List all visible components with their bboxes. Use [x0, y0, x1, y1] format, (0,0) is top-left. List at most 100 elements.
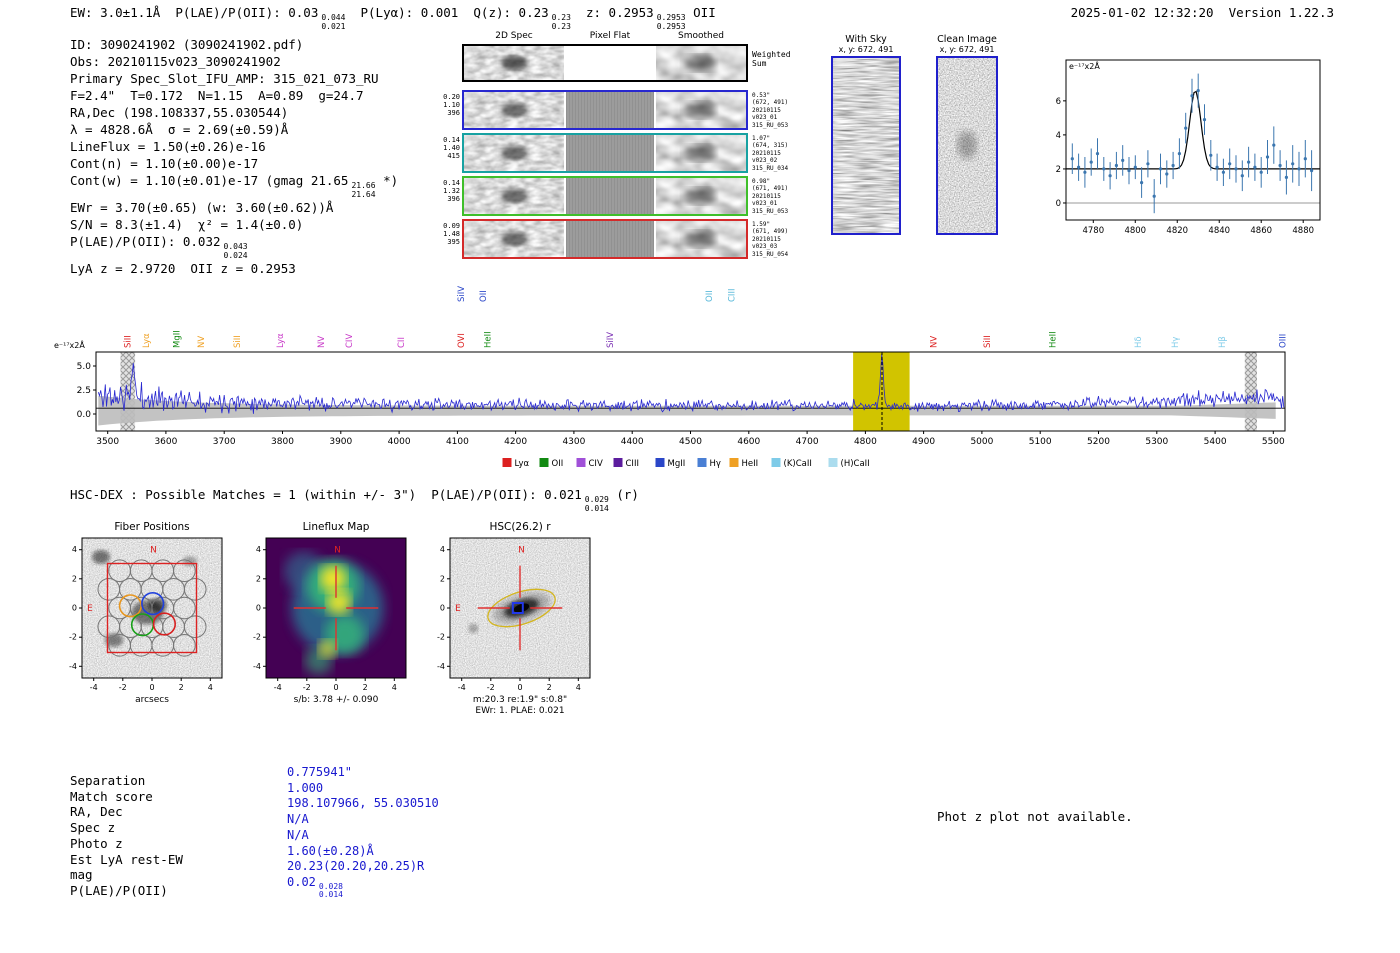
svg-text:0.0: 0.0: [77, 410, 92, 420]
legend-label: MgII: [668, 459, 686, 469]
svg-text:2.5: 2.5: [77, 386, 91, 396]
emission-line-marker: OII: [479, 290, 489, 302]
cutout-xlabel: arcsecs: [135, 695, 169, 705]
pixel-flat-image: [566, 135, 654, 171]
full-spectrum-plot: 3500 3600 3700 3800 3900 4000 4100 4200 4300 4400…: [48, 262, 1340, 478]
hsc-match-header: HSC-DEX : Possible Matches = 1 (within +…: [70, 486, 639, 513]
spec2d-row-stats: 0.09 1.48 395: [443, 222, 460, 246]
match-row-value: 198.107966, 55.030510: [287, 796, 439, 811]
hsc-image-cutout: HSC(26.2) r -4 -2 0 2 4 4 2 0 -2 -4 m:20.3 re:1.9" …: [437, 521, 591, 716]
text-segment: ID: 3090241902 (3090241902.pdf): [70, 37, 304, 52]
spec2d-col-header: Pixel Flat: [589, 31, 631, 41]
info-line: ID: 3090241902 (3090241902.pdf): [70, 36, 398, 53]
info-line: Primary Spec_Slot_IFU_AMP: 315_021_073_R…: [70, 70, 398, 87]
clean-noise-image: [938, 58, 996, 233]
match-row-label: Separation: [70, 773, 146, 788]
emission-line-marker: SiII: [983, 335, 993, 348]
legend-swatch: [729, 458, 739, 467]
match-row-label: Photo z: [70, 835, 123, 851]
info-line: S/N = 8.3(±1.4) χ² = 1.4(±0.0): [70, 216, 398, 233]
svg-text:0: 0: [517, 683, 522, 692]
svg-text:4100: 4100: [446, 437, 469, 447]
spec2d-col-header: Smoothed: [678, 31, 724, 41]
match-row-label: Est LyA rest-EW: [70, 851, 183, 867]
stacked-uncertainty: 21.66 21.64: [351, 181, 376, 199]
pixel-flat-image: [566, 92, 654, 128]
svg-text:2: 2: [256, 574, 261, 583]
svg-text:4840: 4840: [1208, 226, 1230, 236]
emission-line-marker: OVI: [457, 333, 467, 348]
cutout-xlabel2: EWr: 1. PLAE: 0.021: [475, 706, 564, 716]
flux-units-label: e⁻¹⁷x2Å: [1069, 60, 1100, 71]
svg-text:3600: 3600: [154, 437, 177, 447]
smoothed-image: [656, 135, 746, 171]
svg-text:0: 0: [440, 604, 445, 613]
spec2d-row-stats: 0.14 1.40 415: [443, 136, 460, 160]
legend-label: Lyα: [515, 459, 530, 469]
svg-text:0: 0: [149, 683, 154, 692]
match-row-value: 1.000: [287, 780, 324, 795]
text-segment: λ = 4828.6Å σ = 2.69(±0.59)Å: [70, 122, 289, 137]
legend-label: CIV: [589, 459, 603, 469]
match-row-value: 0.775941": [287, 765, 353, 779]
pixel-flat-image: [566, 221, 654, 257]
svg-text:4200: 4200: [504, 437, 527, 447]
text-segment: *): [375, 173, 399, 188]
svg-text:4800: 4800: [854, 437, 877, 447]
spectrum-trace: [97, 353, 1285, 414]
flux-units-label: e⁻¹⁷x2Å: [54, 339, 85, 350]
pixel-flat-image: [566, 46, 654, 80]
svg-text:3700: 3700: [213, 437, 236, 447]
sky-spectra-image: [833, 58, 899, 233]
svg-text:4860: 4860: [1250, 226, 1272, 236]
emission-line-marker: SiII: [233, 335, 243, 348]
emission-line-marker: NV: [317, 336, 327, 348]
emission-line-marker: MgII: [172, 330, 182, 348]
spec2d-row: [462, 219, 748, 259]
text-segment: F=2.4" T=0.172 N=1.15 A=0.89 g=24.7: [70, 88, 364, 103]
summary-header-line: EW: 3.0±1.1Å P(LAE)/P(OII): 0.03 0.044 0.0…: [70, 4, 716, 31]
emission-line-marker: HeII: [484, 331, 494, 348]
text-segment: Cont(w) = 1.10(±0.01)e-17 (gmag 21.65: [70, 173, 349, 188]
legend-swatch: [697, 458, 707, 467]
spec2d-row: [462, 44, 748, 82]
lineflux-map-cutout: Lineflux Map -4 -2 0 2 4 4 2 0 -2 -4 s/b: 3.78 +/- …: [253, 521, 407, 705]
legend-label: OII: [552, 459, 564, 469]
emission-line-marker: CIV: [345, 334, 355, 348]
spec2d-image: [464, 135, 564, 171]
smoothed-image: [656, 221, 746, 257]
svg-text:-4: -4: [437, 662, 445, 671]
emission-line-marker: Hγ: [1171, 337, 1181, 348]
svg-text:-4: -4: [69, 662, 77, 671]
line-fit-svg: 4780 4800 4820 4840 4860 4880 0 2 4 6 e⁻¹⁷x2Å: [1056, 59, 1321, 236]
emission-line-marker: SiII: [124, 335, 134, 348]
cutout-title: Lineflux Map: [303, 521, 370, 533]
svg-text:5100: 5100: [1029, 437, 1052, 447]
match-row-value: N/A: [287, 812, 309, 827]
text-segment: EW: 3.0±1.1Å P(LAE)/P(OII): 0.03: [70, 5, 319, 20]
svg-text:-2: -2: [69, 633, 77, 642]
spec2d-row-label: 1.59" (671, 499) 20210115 v023_03 315_RU…: [752, 221, 789, 258]
svg-text:2: 2: [363, 683, 368, 692]
emission-line-marker: Hδ: [1134, 336, 1144, 348]
smoothed-image: [656, 178, 746, 214]
svg-text:2: 2: [72, 574, 77, 583]
legend-label: (K)CaII: [784, 459, 812, 469]
info-line: λ = 4828.6Å σ = 2.69(±0.59)Å: [70, 121, 398, 138]
svg-text:5000: 5000: [970, 437, 993, 447]
hetdex-detection-report: EW: 3.0±1.1Å P(LAE)/P(OII): 0.03 0.044 0.0…: [0, 0, 1400, 953]
compass-north: N: [334, 546, 341, 556]
svg-text:-2: -2: [437, 633, 445, 642]
text-segment: LineFlux = 1.50(±0.26)e-16: [70, 139, 266, 154]
spec2d-row-stats: 0.14 1.32 396: [443, 179, 460, 203]
cutout-title: Fiber Positions: [114, 521, 189, 533]
svg-text:3800: 3800: [271, 437, 294, 447]
legend-swatch: [828, 458, 838, 467]
spectrum-svg: 3500 3600 3700 3800 3900 4000 4100 4200 4300 4400…: [54, 286, 1289, 469]
match-row-label: Match score: [70, 788, 153, 804]
svg-text:4600: 4600: [737, 437, 760, 447]
text-segment: P(Lyα): 0.001 Q(z): 0.23: [345, 5, 549, 20]
legend-swatch: [655, 458, 665, 467]
svg-text:5300: 5300: [1145, 437, 1168, 447]
svg-text:5.0: 5.0: [77, 362, 92, 372]
